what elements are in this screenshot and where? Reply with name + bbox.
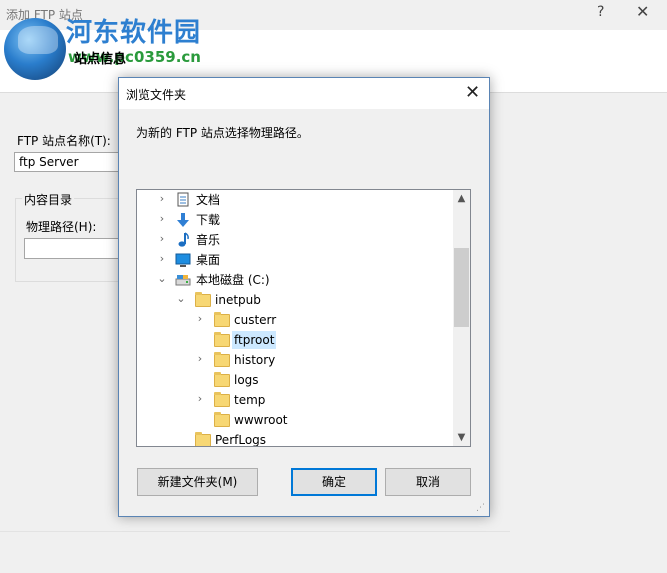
window-close-button[interactable]: ✕	[636, 2, 649, 21]
tree-item-label: 本地磁盘 (C:)	[196, 273, 270, 287]
chevron-down-icon[interactable]: ⌄	[157, 273, 167, 285]
folder-tree[interactable]: › 文档 › 下载 › 音乐 › 桌面 ⌄ 本地磁盘 (C:) ⌄ inetpu…	[136, 189, 471, 447]
tree-item-label: 文档	[196, 193, 221, 207]
tree-item-custerr[interactable]: › custerr	[137, 310, 453, 330]
chevron-right-icon[interactable]: ›	[195, 353, 205, 365]
tree-item-label-selected: ftproot	[232, 331, 277, 349]
tree-item-label: PerfLogs	[215, 433, 267, 447]
tree-item-label: 桌面	[196, 253, 221, 267]
chevron-down-icon[interactable]: ⌄	[176, 293, 186, 305]
scroll-up-arrow-icon[interactable]: ▲	[453, 190, 470, 207]
tree-item-label: inetpub	[215, 293, 261, 307]
desktop-icon	[175, 252, 191, 267]
content-directory-label: 内容目录	[22, 191, 75, 208]
chevron-right-icon[interactable]: ›	[195, 393, 205, 405]
chevron-right-icon[interactable]: ›	[157, 213, 167, 225]
scroll-thumb[interactable]	[454, 248, 469, 327]
physical-path-input[interactable]	[24, 238, 120, 259]
folder-icon	[195, 432, 211, 446]
resize-grip-icon[interactable]: ⋰	[476, 503, 485, 513]
vertical-scrollbar[interactable]: ▲ ▼	[453, 190, 470, 446]
folder-icon	[214, 372, 230, 387]
tree-item-music[interactable]: › 音乐	[137, 230, 453, 250]
cancel-button[interactable]: 取消	[385, 468, 471, 496]
step-title: 站点信息	[74, 52, 127, 67]
tree-item-label: custerr	[234, 313, 277, 327]
browse-folder-dialog: 浏览文件夹 ✕ 为新的 FTP 站点选择物理路径。 › 文档 › 下载 › 音乐…	[118, 77, 490, 517]
documents-icon	[175, 192, 191, 207]
tree-item-label: 下载	[196, 213, 221, 227]
chevron-right-icon[interactable]: ›	[195, 313, 205, 325]
divider	[0, 531, 510, 532]
drive-icon	[175, 272, 191, 287]
tree-item-temp[interactable]: › temp	[137, 390, 453, 410]
ok-button[interactable]: 确定	[291, 468, 377, 496]
tree-item-ftproot[interactable]: ftproot	[137, 330, 453, 350]
tree-item-downloads[interactable]: › 下载	[137, 210, 453, 230]
help-button[interactable]: ?	[597, 4, 604, 20]
tree-item-perflogs[interactable]: PerfLogs	[137, 430, 453, 447]
watermark-logo-highlight	[18, 26, 58, 54]
folder-icon	[195, 292, 211, 307]
tree-item-wwwroot[interactable]: wwwroot	[137, 410, 453, 430]
dialog-description: 为新的 FTP 站点选择物理路径。	[136, 126, 309, 140]
tree-item-local-disk[interactable]: ⌄ 本地磁盘 (C:)	[137, 270, 453, 290]
dialog-close-button[interactable]: ✕	[465, 82, 480, 103]
tree-item-label: 音乐	[196, 233, 221, 247]
watermark-brand: 河东软件园	[66, 18, 202, 48]
folder-icon	[214, 332, 230, 347]
folder-icon	[214, 352, 230, 367]
site-name-label: FTP 站点名称(T):	[17, 134, 111, 148]
site-name-input[interactable]: ftp Server	[14, 152, 120, 172]
new-folder-button[interactable]: 新建文件夹(M)	[137, 468, 258, 496]
tree-item-label: logs	[234, 373, 259, 387]
chevron-right-icon[interactable]: ›	[157, 233, 167, 245]
tree-item-label: temp	[234, 393, 266, 407]
folder-icon	[214, 412, 230, 427]
folder-icon	[214, 312, 230, 327]
chevron-right-icon[interactable]: ›	[157, 253, 167, 265]
tree-item-label: wwwroot	[234, 413, 288, 427]
tree-item-history[interactable]: › history	[137, 350, 453, 370]
tree-item-inetpub[interactable]: ⌄ inetpub	[137, 290, 453, 310]
chevron-right-icon[interactable]: ›	[157, 193, 167, 205]
dialog-title: 浏览文件夹	[126, 88, 187, 102]
tree-item-documents[interactable]: › 文档	[137, 190, 453, 210]
physical-path-label: 物理路径(H):	[26, 220, 97, 234]
tree-item-logs[interactable]: logs	[137, 370, 453, 390]
tree-item-desktop[interactable]: › 桌面	[137, 250, 453, 270]
downloads-icon	[175, 212, 191, 227]
folder-icon	[214, 392, 230, 407]
music-icon	[175, 232, 191, 247]
scroll-down-arrow-icon[interactable]: ▼	[453, 429, 470, 446]
tree-item-label: history	[234, 353, 276, 367]
